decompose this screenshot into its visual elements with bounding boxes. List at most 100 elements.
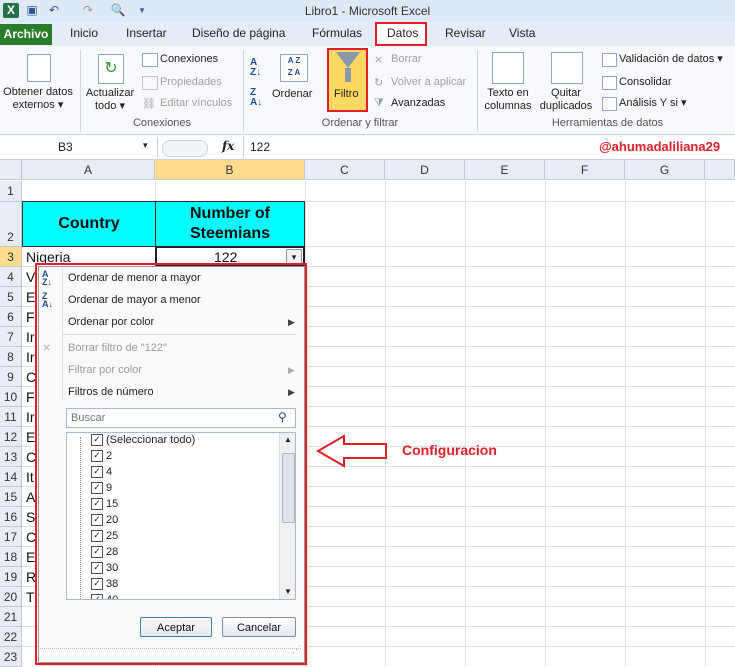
reapply-icon: ↻: [374, 77, 384, 89]
cell-a-partial[interactable]: T: [26, 589, 35, 605]
header-cell-steemians[interactable]: Number of Steemians: [155, 201, 305, 247]
row-header[interactable]: 5: [0, 287, 22, 307]
row-header[interactable]: 3: [0, 247, 22, 267]
row-header[interactable]: 9: [0, 367, 22, 387]
undo-icon[interactable]: ↶: [46, 3, 62, 18]
row-header[interactable]: 14: [0, 467, 22, 487]
what-if-icon: [602, 97, 617, 111]
insert-function-icon[interactable]: fx: [222, 139, 234, 153]
tab-diseno[interactable]: Diseño de página: [192, 26, 285, 44]
column-header-c[interactable]: C: [305, 160, 385, 180]
gridline: [385, 181, 386, 667]
row-header[interactable]: 10: [0, 387, 22, 407]
watermark: @ahumadaliliana29: [599, 139, 721, 154]
what-if-label: Análisis Y si: [619, 97, 678, 109]
row-header[interactable]: 22: [0, 627, 22, 647]
edit-links-button[interactable]: Editar vínculos: [160, 97, 232, 109]
column-header-b[interactable]: B: [155, 160, 305, 180]
row-header[interactable]: 19: [0, 567, 22, 587]
row-header[interactable]: 12: [0, 427, 22, 447]
row-header[interactable]: 6: [0, 307, 22, 327]
remove-duplicates-button[interactable]: Quitar duplicados: [536, 87, 596, 113]
text-to-columns-button[interactable]: Texto en columnas: [480, 87, 536, 113]
row-header[interactable]: 15: [0, 487, 22, 507]
formula-input[interactable]: 122: [250, 140, 270, 154]
external-data-button[interactable]: Obtener datos externos ▾: [0, 86, 76, 112]
clear-button[interactable]: Borrar: [391, 53, 422, 65]
print-preview-icon[interactable]: 🔍: [110, 3, 126, 18]
connections-button[interactable]: Conexiones: [160, 53, 218, 66]
cell-a-partial[interactable]: It: [26, 469, 34, 485]
cell-a-partial[interactable]: E: [26, 549, 35, 565]
tab-revisar[interactable]: Revisar: [445, 26, 486, 44]
cell-a-partial[interactable]: S: [26, 509, 35, 525]
cell-a-partial[interactable]: Ir: [26, 329, 35, 345]
sort-az-icon[interactable]: A Z↓: [250, 58, 261, 78]
column-header-a[interactable]: A: [22, 160, 155, 180]
sort-za-icon[interactable]: Z A↓: [250, 88, 262, 108]
cell-a-partial[interactable]: F: [26, 389, 35, 405]
cell-a-partial[interactable]: F: [26, 309, 35, 325]
text-to-columns-label-2: columnas: [484, 100, 532, 112]
cell-a-partial[interactable]: A: [26, 489, 35, 505]
filter-dropdown-button[interactable]: ▾: [286, 249, 302, 264]
cell-a-partial[interactable]: V: [26, 269, 35, 285]
row-header[interactable]: 2: [0, 202, 22, 247]
tab-datos[interactable]: Datos: [387, 26, 418, 44]
row-header[interactable]: 11: [0, 407, 22, 427]
row-header[interactable]: 18: [0, 547, 22, 567]
external-data-label: Obtener datos: [3, 86, 73, 98]
filter-funnel-icon: [336, 52, 360, 68]
row-header[interactable]: 21: [0, 607, 22, 627]
cell-a-partial[interactable]: Ir: [26, 409, 35, 425]
select-all-corner[interactable]: [0, 160, 22, 180]
consolidate-button[interactable]: Consolidar: [619, 76, 672, 89]
row-header[interactable]: 8: [0, 347, 22, 367]
data-validation-button[interactable]: Validación de datos ▾: [619, 53, 723, 66]
row-header[interactable]: 20: [0, 587, 22, 607]
column-header-d[interactable]: D: [385, 160, 465, 180]
reapply-button[interactable]: Volver a aplicar: [391, 76, 466, 88]
tab-archivo[interactable]: Archivo: [0, 24, 52, 45]
row-header[interactable]: 13: [0, 447, 22, 467]
column-header-e[interactable]: E: [465, 160, 545, 180]
tab-insertar[interactable]: Insertar: [126, 26, 167, 44]
name-box-dropdown-icon[interactable]: ▾: [143, 140, 148, 151]
remove-duplicates-label-2: duplicados: [539, 100, 593, 112]
customize-qat-icon[interactable]: ▾: [134, 3, 150, 18]
refresh-all-button[interactable]: Actualizar todo ▾: [82, 87, 138, 113]
gridline: [545, 181, 546, 667]
row-header[interactable]: 1: [0, 181, 22, 202]
validation-icon: [602, 53, 617, 67]
excel-logo-icon: X: [3, 3, 19, 18]
refresh-label-2: todo ▾: [95, 100, 125, 112]
column-header-h[interactable]: [705, 160, 735, 180]
column-header-g[interactable]: G: [625, 160, 705, 180]
refresh-label-text: todo: [95, 100, 117, 112]
redo-icon[interactable]: ↷: [80, 3, 96, 18]
row-header[interactable]: 17: [0, 527, 22, 547]
name-box[interactable]: B3 ▾: [0, 137, 158, 157]
row-header[interactable]: 4: [0, 267, 22, 287]
tab-inicio[interactable]: Inicio: [70, 26, 98, 44]
formula-bar-slider[interactable]: [162, 140, 208, 157]
text-to-columns-label: Texto en: [487, 87, 529, 99]
advanced-button[interactable]: Avanzadas: [391, 97, 445, 110]
tab-vista[interactable]: Vista: [509, 26, 535, 44]
sort-button[interactable]: Ordenar: [272, 88, 312, 101]
tab-formulas[interactable]: Fórmulas: [312, 26, 362, 44]
column-header-f[interactable]: F: [545, 160, 625, 180]
separator: [243, 136, 244, 158]
row-header[interactable]: 23: [0, 647, 22, 667]
cell-a-partial[interactable]: E: [26, 289, 35, 305]
row-header[interactable]: 16: [0, 507, 22, 527]
properties-button[interactable]: Propiedades: [160, 76, 222, 88]
row-header[interactable]: 7: [0, 327, 22, 347]
advanced-filter-icon: ⧩: [374, 97, 384, 109]
what-if-button[interactable]: Análisis Y si ▾: [619, 97, 686, 110]
cell-a-partial[interactable]: E: [26, 429, 35, 445]
link-icon: ⛓: [142, 98, 156, 110]
cell-a-partial[interactable]: Ir: [26, 349, 35, 365]
header-cell-country[interactable]: Country: [22, 201, 156, 247]
save-icon[interactable]: ▣: [24, 3, 40, 18]
